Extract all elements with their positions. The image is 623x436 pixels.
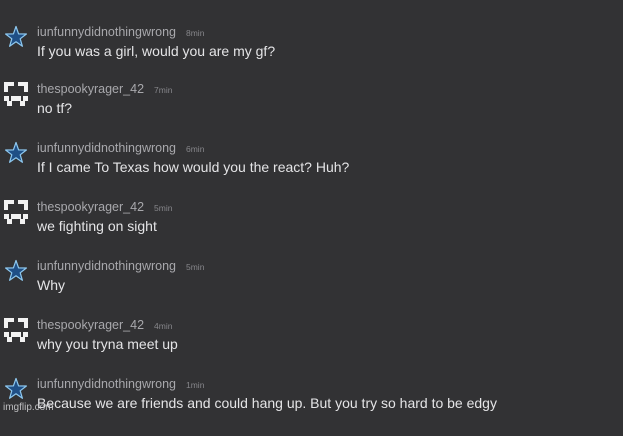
message-1: iunfunnydidnothingwrong 8min If you was a…: [0, 25, 623, 84]
message-7: iunfunnydidnothingwrong 1min Because we a…: [0, 377, 623, 436]
message-4: thespookyrager_42 5min we fighting on sig…: [0, 200, 623, 259]
message-text: we fighting on sight: [37, 218, 157, 234]
blue-star-icon[interactable]: [4, 377, 28, 401]
message-text: Because we are friends and could hang up…: [37, 395, 497, 411]
chat-log: iunfunnydidnothingwrong 8min If you was a…: [0, 0, 623, 416]
timestamp: 4min: [154, 321, 173, 331]
message-text: why you tryna meet up: [37, 336, 178, 352]
pixel-face-icon[interactable]: [4, 82, 28, 106]
message-text: If I came To Texas how would you the rea…: [37, 159, 350, 175]
username[interactable]: iunfunnydidnothingwrong 6min: [37, 141, 204, 156]
username[interactable]: iunfunnydidnothingwrong 1min: [37, 377, 204, 392]
message-2: thespookyrager_42 7min no tf?: [0, 82, 623, 141]
timestamp: 5min: [186, 262, 205, 272]
username[interactable]: iunfunnydidnothingwrong 8min: [37, 25, 204, 40]
blue-star-icon[interactable]: [4, 141, 28, 165]
pixel-face-icon[interactable]: [4, 318, 28, 342]
message-5: iunfunnydidnothingwrong 5min Why: [0, 259, 623, 318]
timestamp: 1min: [186, 380, 205, 390]
timestamp: 5min: [154, 203, 173, 213]
timestamp: 6min: [186, 144, 205, 154]
blue-star-icon[interactable]: [4, 259, 28, 283]
username[interactable]: thespookyrager_42 5min: [37, 200, 172, 215]
blue-star-icon[interactable]: [4, 25, 28, 49]
message-3: iunfunnydidnothingwrong 6min If I came To…: [0, 141, 623, 200]
pixel-face-icon[interactable]: [4, 200, 28, 224]
message-text: no tf?: [37, 100, 73, 116]
timestamp: 8min: [186, 28, 205, 38]
message-6: thespookyrager_42 4min why you tryna meet…: [0, 318, 623, 377]
username[interactable]: thespookyrager_42 4min: [37, 318, 172, 333]
imgflip-watermark: imgflip.com: [3, 402, 54, 413]
timestamp: 7min: [154, 85, 173, 95]
message-text: If you was a girl, would you are my gf?: [37, 43, 276, 59]
message-text: Why: [37, 277, 65, 293]
username[interactable]: iunfunnydidnothingwrong 5min: [37, 259, 204, 274]
username[interactable]: thespookyrager_42 7min: [37, 82, 172, 97]
